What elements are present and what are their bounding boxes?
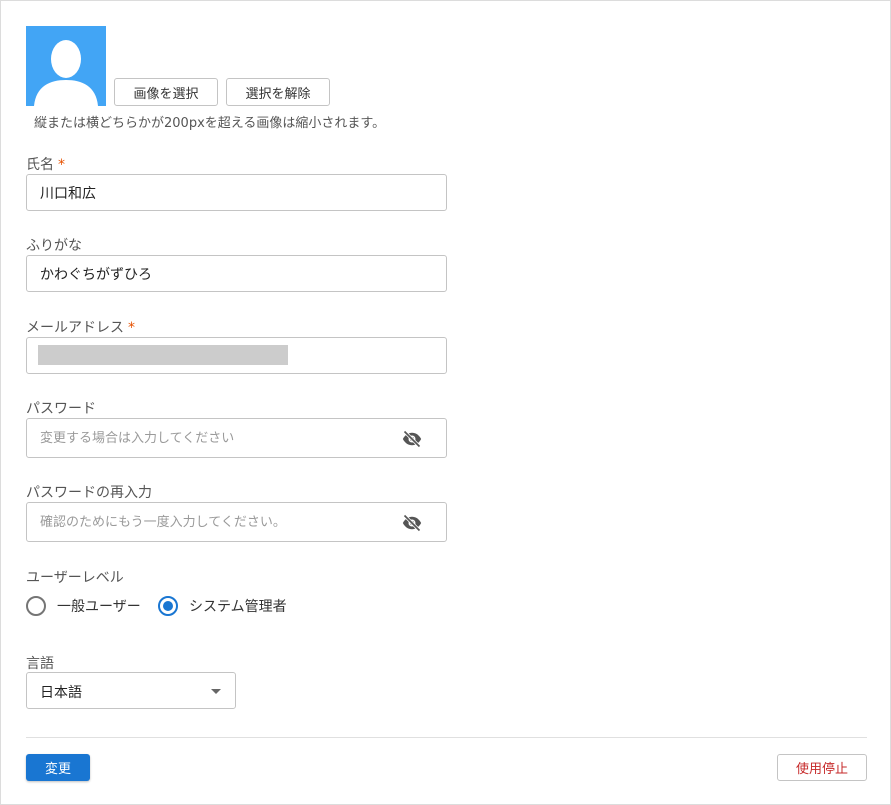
redacted-email-value — [38, 345, 288, 365]
password-confirm-input[interactable] — [27, 503, 446, 541]
radio-system-admin[interactable]: システム管理者 — [158, 596, 287, 616]
language-select[interactable]: 日本語 — [26, 672, 236, 709]
radio-label: システム管理者 — [189, 599, 287, 615]
radio-label: 一般ユーザー — [57, 599, 141, 615]
eye-off-icon[interactable] — [400, 429, 424, 449]
name-input[interactable] — [27, 175, 446, 210]
email-label-row: メールアドレス * — [26, 317, 135, 337]
select-image-button[interactable]: 画像を選択 — [114, 78, 218, 106]
kana-label: ふりがな — [26, 238, 82, 254]
language-label: 言語 — [26, 656, 54, 672]
image-size-hint: 縦または横どちらかが200pxを超える画像は縮小されます。 — [34, 116, 386, 131]
clear-image-button[interactable]: 選択を解除 — [226, 78, 330, 106]
email-field[interactable] — [26, 337, 447, 374]
name-label-row: 氏名 * — [26, 154, 65, 174]
person-silhouette-icon — [34, 40, 98, 106]
user-edit-form: 画像を選択 選択を解除 縦または横どちらかが200pxを超える画像は縮小されます… — [0, 0, 891, 805]
kana-field[interactable] — [26, 255, 447, 292]
password-confirm-label: パスワードの再入力 — [26, 485, 152, 501]
name-label: 氏名 — [26, 157, 54, 173]
avatar — [26, 26, 106, 106]
password-field[interactable] — [26, 418, 447, 458]
radio-button[interactable] — [26, 596, 46, 616]
required-mark: * — [58, 157, 65, 173]
eye-off-icon[interactable] — [400, 513, 424, 533]
divider — [26, 737, 867, 738]
dropdown-arrow-icon — [211, 689, 221, 694]
email-label: メールアドレス — [26, 320, 124, 336]
radio-button-checked[interactable] — [158, 596, 178, 616]
name-field[interactable] — [26, 174, 447, 211]
required-mark: * — [128, 320, 135, 336]
submit-button[interactable]: 変更 — [26, 754, 90, 781]
radio-general-user[interactable]: 一般ユーザー — [26, 596, 141, 616]
password-input[interactable] — [27, 419, 446, 457]
user-level-label: ユーザーレベル — [26, 570, 124, 586]
language-selected-value: 日本語 — [40, 685, 82, 701]
suspend-user-button[interactable]: 使用停止 — [777, 754, 867, 781]
kana-input[interactable] — [27, 256, 446, 291]
password-confirm-field[interactable] — [26, 502, 447, 542]
password-label: パスワード — [26, 401, 96, 417]
